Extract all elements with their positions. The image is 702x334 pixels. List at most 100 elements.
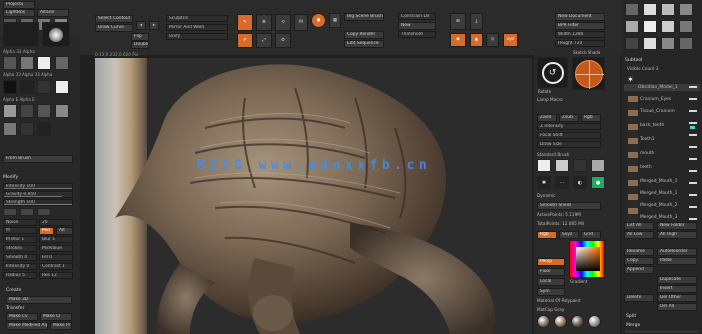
paste-button[interactable]: Paste: [657, 257, 697, 265]
zsub-button[interactable]: Zsub: [559, 114, 579, 122]
copy-button[interactable]: Copy: [624, 257, 654, 265]
alpha-square-5[interactable]: [3, 104, 17, 118]
stroke-icon-2[interactable]: ⋯: [555, 176, 569, 189]
left-row-2r[interactable]: MidValue: [39, 245, 73, 252]
mid-badge[interactable]: Mid: [39, 227, 54, 235]
local-button[interactable]: Local: [537, 278, 565, 286]
grid-button[interactable]: Grid: [581, 231, 601, 239]
tool-thumb-2[interactable]: [643, 3, 657, 16]
all-high-button[interactable]: All High: [657, 231, 697, 239]
tool-thumb-11[interactable]: [661, 37, 675, 50]
rgb-orange-button[interactable]: Rgb: [537, 231, 557, 239]
lightbox-button[interactable]: LightBox: [3, 9, 35, 17]
split-header[interactable]: Split: [626, 314, 636, 319]
alpha-square-9[interactable]: [3, 122, 17, 136]
rotate-widget[interactable]: ↺: [537, 57, 568, 88]
mirror-weld-slider[interactable]: Mirror And Weld: [166, 24, 228, 31]
height-slider[interactable]: Height 720: [555, 40, 605, 47]
brush-thumb-1[interactable]: [3, 56, 17, 70]
big-scene-brush-button[interactable]: Big Scene Brush: [344, 13, 384, 21]
alpha-square-3[interactable]: [37, 80, 51, 94]
persp-button[interactable]: Persp: [537, 258, 565, 266]
sxyz-button[interactable]: Sxyz: [559, 231, 579, 239]
arrow-right-icon[interactable]: ▸: [149, 21, 159, 30]
tool-thumb-7[interactable]: [661, 20, 675, 33]
brush-icon-2[interactable]: [555, 159, 569, 172]
sym-button[interactable]: Sym: [537, 288, 565, 296]
polyf-icon[interactable]: ▦: [329, 13, 341, 28]
list-all-button[interactable]: List All: [624, 222, 654, 230]
projects-button[interactable]: Projects: [3, 1, 35, 9]
left-row-2[interactable]: Strokes: [3, 245, 37, 252]
left-row-1[interactable]: M Blur 1: [3, 236, 37, 243]
color-picker[interactable]: [569, 240, 605, 278]
z-intensity-slider[interactable]: Z Intensity: [537, 123, 601, 130]
material-sphere-1[interactable]: [537, 315, 550, 328]
persp-icon[interactable]: ◆: [450, 33, 466, 47]
insert-button[interactable]: Insert: [657, 285, 697, 293]
tool-thumb-3[interactable]: [661, 3, 675, 16]
intensity-slider[interactable]: Intensity 100: [3, 183, 73, 190]
left-row-3[interactable]: Smooth 0: [3, 254, 37, 261]
draw-curve-button[interactable]: Draw Curve: [95, 24, 133, 32]
from-brush-button[interactable]: From Brush: [3, 155, 73, 163]
alt-badge[interactable]: Alt: [56, 227, 73, 235]
flip-button[interactable]: Flip: [131, 33, 149, 41]
rgb-button[interactable]: Rgb: [581, 114, 601, 122]
brush-thumb-3[interactable]: [37, 56, 51, 70]
left-row-1r[interactable]: Blur 1: [39, 236, 73, 243]
material-sphere-3[interactable]: [571, 315, 584, 328]
material-sphere-4[interactable]: [588, 315, 601, 328]
threshold-slider[interactable]: Threshold: [398, 31, 436, 38]
merge-row[interactable]: [624, 329, 700, 334]
make-pr-button[interactable]: Make Pr: [50, 322, 72, 330]
left-row-4r[interactable]: Contrast 1: [39, 263, 73, 270]
new-button[interactable]: New: [398, 22, 436, 30]
tool-thumb-5[interactable]: [625, 20, 639, 33]
alpha-thumb-2[interactable]: [42, 22, 70, 47]
tool-thumb-9[interactable]: [625, 37, 639, 50]
material-sphere-2[interactable]: [554, 315, 567, 328]
gravity-slider[interactable]: Gravity 0.850: [3, 191, 73, 198]
bpr-filter-button[interactable]: BPR Filter: [555, 22, 605, 30]
gizmo-icon[interactable]: ⚙: [275, 33, 291, 48]
make-3d-button[interactable]: Make 3D: [6, 296, 72, 304]
merge-header[interactable]: Merge: [626, 323, 640, 328]
all-low-button[interactable]: All Low: [624, 231, 654, 239]
alpha-square-7[interactable]: [37, 104, 51, 118]
noise-slider[interactable]: Noise: [3, 219, 37, 226]
del-other-button[interactable]: Del Other: [657, 294, 697, 302]
alpha-thumb-1[interactable]: [3, 22, 39, 47]
tool-thumb-4[interactable]: [679, 3, 693, 16]
stroke-icon-4[interactable]: ●: [591, 176, 605, 189]
brush-thumb-2[interactable]: [20, 56, 34, 70]
move-mode-icon[interactable]: ✥: [256, 14, 272, 31]
alpha-square-8[interactable]: [55, 104, 69, 118]
zadd-button[interactable]: Zadd: [537, 114, 557, 122]
brush-icon-4[interactable]: [591, 159, 605, 172]
new-folder-button[interactable]: New Folder: [657, 222, 697, 230]
scale-mode-icon[interactable]: ⤢: [256, 33, 272, 48]
xyz-icon[interactable]: xyz: [503, 33, 518, 47]
stroke-icon-3[interactable]: ◐: [573, 176, 587, 189]
sketch-widget[interactable]: [572, 57, 605, 90]
mrgb-icon[interactable]: M: [294, 14, 308, 31]
tool-thumb-10[interactable]: [643, 37, 657, 50]
tool-thumb-6[interactable]: [643, 20, 657, 33]
alpha-square-2[interactable]: [20, 80, 34, 94]
double-button[interactable]: Double: [131, 41, 149, 49]
sculptris-slider[interactable]: Sculptris: [166, 15, 228, 22]
xpose-icon[interactable]: ⊞: [450, 13, 466, 30]
altarer-button[interactable]: Altarer: [37, 9, 69, 17]
edit-mode-icon[interactable]: ✎: [237, 14, 253, 31]
alpha-square-4[interactable]: [55, 80, 69, 94]
left-row-3r[interactable]: Fill 0: [39, 254, 73, 261]
select-contour-button[interactable]: Select Contour: [95, 15, 133, 23]
alpha-square-1[interactable]: [3, 80, 17, 94]
noise-value-slider[interactable]: 20: [39, 219, 73, 226]
del-all-button[interactable]: Del All: [657, 303, 697, 311]
left-row-5r[interactable]: Res 12: [39, 272, 73, 279]
brush-thumb-4[interactable]: [55, 56, 69, 70]
sphere-icon[interactable]: ●: [311, 13, 326, 28]
brush-icon-1[interactable]: [537, 159, 551, 172]
